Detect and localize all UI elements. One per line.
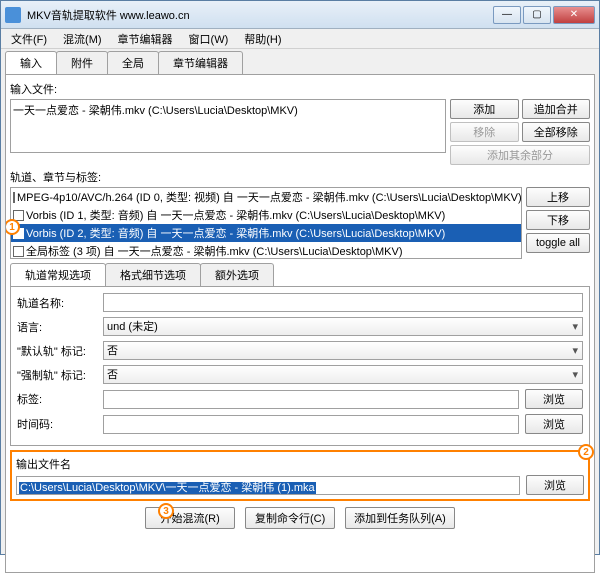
input-file-list[interactable]: 一天一点爱恋 - 梁朝伟.mkv (C:\Users\Lucia\Desktop… <box>10 99 446 153</box>
forced-flag-select[interactable]: 否 <box>103 365 583 384</box>
track-row-selected[interactable]: Vorbis (ID 2, 类型: 音频) 自 一天一点爱恋 - 梁朝伟.mkv… <box>11 224 521 242</box>
checkbox-icon[interactable] <box>13 246 24 257</box>
annotation-2: 2 <box>578 444 594 460</box>
menu-chapter-editor[interactable]: 章节编辑器 <box>112 29 179 49</box>
tags-browse-button[interactable]: 浏览 <box>525 389 583 409</box>
app-icon <box>5 7 21 23</box>
timecode-browse-button[interactable]: 浏览 <box>525 414 583 434</box>
window-title: MKV音轨提取软件 www.leawo.cn <box>27 7 493 23</box>
close-button[interactable]: ✕ <box>553 6 595 24</box>
minimize-button[interactable]: — <box>493 6 521 24</box>
add-other-button[interactable]: 添加其余部分 <box>450 145 590 165</box>
menu-mux[interactable]: 混流(M) <box>57 29 108 49</box>
menubar: 文件(F) 混流(M) 章节编辑器 窗口(W) 帮助(H) <box>1 29 599 49</box>
default-flag-select[interactable]: 否 <box>103 341 583 360</box>
subtab-extra[interactable]: 额外选项 <box>200 263 274 286</box>
annotation-3: 3 <box>158 503 174 519</box>
append-button[interactable]: 追加合并 <box>522 99 591 119</box>
toggle-all-button[interactable]: toggle all <box>526 233 590 253</box>
menu-window[interactable]: 窗口(W) <box>183 29 235 49</box>
checkbox-icon[interactable] <box>13 192 15 203</box>
subtab-general[interactable]: 轨道常规选项 <box>10 263 106 286</box>
output-path-input[interactable]: C:\Users\Lucia\Desktop\MKV\一天一点爱恋 - 梁朝伟 … <box>16 476 520 495</box>
tab-global[interactable]: 全局 <box>107 51 159 74</box>
move-up-button[interactable]: 上移 <box>526 187 590 207</box>
default-flag-label: "默认轨" 标记: <box>17 343 97 359</box>
menu-file[interactable]: 文件(F) <box>5 29 53 49</box>
track-options-panel: 轨道名称: 语言: und (未定) "默认轨" 标记: 否 "强制轨" 标记:… <box>10 286 590 446</box>
remove-all-button[interactable]: 全部移除 <box>522 122 591 142</box>
track-name-label: 轨道名称: <box>17 295 97 311</box>
tab-chapter-editor[interactable]: 章节编辑器 <box>158 51 243 74</box>
output-section: 2 输出文件名 C:\Users\Lucia\Desktop\MKV\一天一点爱… <box>10 450 590 501</box>
add-button[interactable]: 添加 <box>450 99 519 119</box>
add-queue-button[interactable]: 添加到任务队列(A) <box>345 507 455 529</box>
timecode-label: 时间码: <box>17 416 97 432</box>
move-down-button[interactable]: 下移 <box>526 210 590 230</box>
forced-flag-label: "强制轨" 标记: <box>17 367 97 383</box>
subtab-format[interactable]: 格式细节选项 <box>105 263 201 286</box>
track-row[interactable]: 全局标签 (3 项) 自 一天一点爱恋 - 梁朝伟.mkv (C:\Users\… <box>11 242 521 259</box>
input-file-item[interactable]: 一天一点爱恋 - 梁朝伟.mkv (C:\Users\Lucia\Desktop… <box>13 102 443 118</box>
bottom-buttons: 3 开始混流(R) 复制命令行(C) 添加到任务队列(A) <box>10 507 590 529</box>
remove-button[interactable]: 移除 <box>450 122 519 142</box>
tracks-label: 轨道、章节与标签: <box>10 169 590 185</box>
track-row[interactable]: Vorbis (ID 1, 类型: 音频) 自 一天一点爱恋 - 梁朝伟.mkv… <box>11 206 521 224</box>
track-name-input[interactable] <box>103 293 583 312</box>
maximize-button[interactable]: ▢ <box>523 6 551 24</box>
tab-attachments[interactable]: 附件 <box>56 51 108 74</box>
titlebar: MKV音轨提取软件 www.leawo.cn — ▢ ✕ <box>1 1 599 29</box>
tab-body: 输入文件: 一天一点爱恋 - 梁朝伟.mkv (C:\Users\Lucia\D… <box>5 74 595 573</box>
input-files-label: 输入文件: <box>10 81 590 97</box>
main-tabs: 输入 附件 全局 章节编辑器 <box>5 51 595 74</box>
track-row[interactable]: MPEG-4p10/AVC/h.264 (ID 0, 类型: 视频) 自 一天一… <box>11 188 521 206</box>
output-label: 输出文件名 <box>16 456 76 472</box>
timecode-input[interactable] <box>103 415 519 434</box>
tab-input[interactable]: 输入 <box>5 51 57 74</box>
app-window: MKV音轨提取软件 www.leawo.cn — ▢ ✕ 文件(F) 混流(M)… <box>0 0 600 555</box>
language-label: 语言: <box>17 319 97 335</box>
track-list[interactable]: MPEG-4p10/AVC/h.264 (ID 0, 类型: 视频) 自 一天一… <box>10 187 522 259</box>
tags-label: 标签: <box>17 391 97 407</box>
tags-input[interactable] <box>103 390 519 409</box>
output-browse-button[interactable]: 浏览 <box>526 475 584 495</box>
menu-help[interactable]: 帮助(H) <box>238 29 287 49</box>
copy-cmd-button[interactable]: 复制命令行(C) <box>245 507 335 529</box>
language-select[interactable]: und (未定) <box>103 317 583 336</box>
